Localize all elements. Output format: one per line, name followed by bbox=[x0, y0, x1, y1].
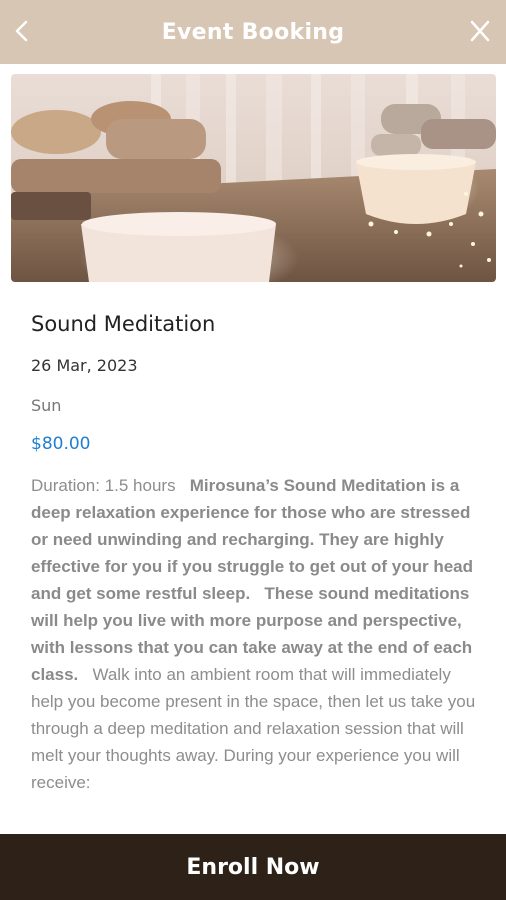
page-title: Event Booking bbox=[161, 19, 345, 45]
chevron-left-icon[interactable] bbox=[10, 16, 34, 46]
enroll-now-button[interactable]: Enroll Now bbox=[0, 834, 506, 900]
event-image bbox=[11, 74, 496, 282]
event-title: Sound Meditation bbox=[31, 312, 216, 336]
description-details: Walk into an ambient room that will imme… bbox=[31, 665, 476, 792]
app-header: Event Booking bbox=[0, 0, 506, 64]
event-card: Sound Meditation 26 Mar, 2023 Sun $80.00… bbox=[0, 64, 506, 900]
event-date: 26 Mar, 2023 bbox=[31, 356, 138, 375]
description-duration: Duration: 1.5 hours bbox=[31, 476, 176, 495]
event-description: Duration: 1.5 hours Mirosuna’s Sound Med… bbox=[31, 472, 481, 796]
event-price: $80.00 bbox=[31, 434, 91, 454]
close-icon[interactable] bbox=[468, 18, 492, 44]
event-day: Sun bbox=[31, 396, 62, 415]
